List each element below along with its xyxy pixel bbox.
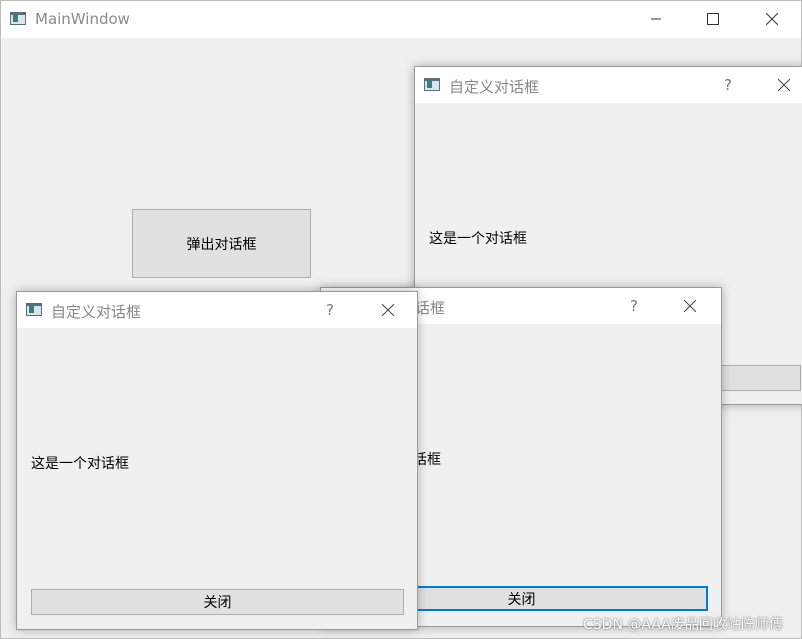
dialog-2-help-button[interactable]: ? (611, 288, 657, 324)
custom-dialog-3: 自定义对话框 ? 这是一个对话框 关闭 (16, 291, 418, 630)
app-icon (10, 12, 26, 25)
watermark: CSDN @AAA废品回收站陈师傅 (583, 617, 783, 633)
help-icon: ? (326, 301, 334, 319)
close-icon (684, 300, 696, 312)
dialog-1-message: 这是一个对话框 (429, 231, 527, 247)
dialog-3-help-button[interactable]: ? (307, 292, 353, 328)
maximize-button[interactable] (690, 1, 736, 37)
dialog-3-message: 这是一个对话框 (31, 456, 129, 472)
main-window-title: MainWindow (35, 10, 130, 28)
dialog-1-title: 自定义对话框 (449, 78, 540, 96)
maximize-icon (707, 13, 719, 25)
main-window-titlebar[interactable]: MainWindow (1, 1, 801, 38)
dialog-3-close-button[interactable] (365, 292, 411, 328)
dialog-3-title: 自定义对话框 (51, 303, 142, 321)
close-icon (778, 79, 790, 91)
dialog-app-icon (26, 303, 42, 316)
popup-dialog-button[interactable]: 弹出对话框 (132, 209, 311, 278)
minimize-icon (651, 18, 661, 20)
help-icon: ? (724, 76, 732, 94)
dialog-app-icon (424, 78, 440, 91)
dialog-1-titlebar[interactable]: 自定义对话框 ? (415, 67, 802, 103)
help-icon: ? (630, 297, 638, 315)
dialog-2-close-button[interactable] (667, 288, 713, 324)
close-icon (382, 304, 394, 316)
dialog-3-titlebar[interactable]: 自定义对话框 ? (17, 292, 417, 328)
close-window-button[interactable] (749, 1, 795, 37)
minimize-button[interactable] (633, 1, 679, 37)
dialog-1-help-button[interactable]: ? (705, 67, 751, 103)
dialog-2-title: 话框 (415, 299, 446, 317)
close-icon (766, 13, 778, 25)
dialog-3-close-dialog-button[interactable]: 关闭 (31, 589, 404, 615)
dialog-1-close-button[interactable] (761, 67, 802, 103)
